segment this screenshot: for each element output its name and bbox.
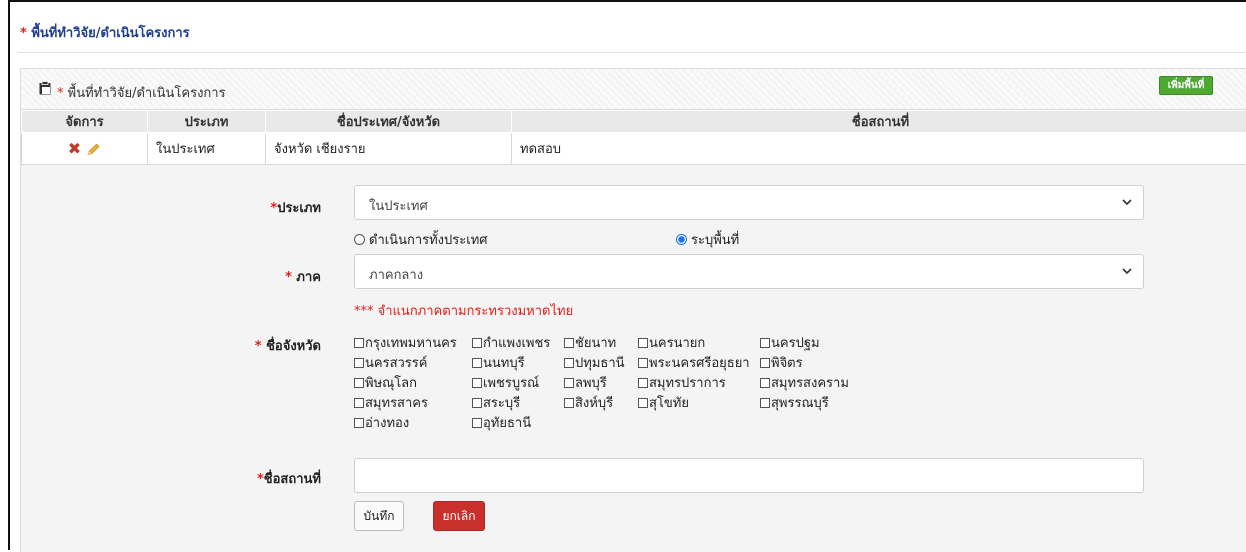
checkbox-icon: [472, 418, 482, 428]
province-checkbox[interactable]: สมุทรสงคราม: [760, 375, 880, 393]
region-note: *** จำแนกภาคตามกระทรวงมหาดไทย: [354, 300, 573, 321]
province-checkbox[interactable]: สระบุรี: [472, 395, 564, 413]
province-checkbox[interactable]: พระนครศรีอยุธยา: [638, 355, 760, 373]
checkbox-icon: [354, 398, 364, 408]
checkbox-icon: [760, 338, 770, 348]
province-checkbox[interactable]: สมุทรปราการ: [638, 375, 760, 393]
checkbox-icon: [354, 378, 364, 388]
checkbox-icon: [760, 358, 770, 368]
province-checkbox[interactable]: กรุงเทพมหานคร: [354, 335, 472, 353]
add-area-button[interactable]: เพิ่มพื้นที่: [1159, 76, 1213, 95]
row-place: ทดสอบ: [512, 133, 1246, 165]
region-label: * ภาค: [171, 266, 321, 287]
clipboard-icon: [39, 81, 51, 95]
checkbox-icon: [472, 378, 482, 388]
checkbox-icon: [638, 378, 648, 388]
section-divider: [18, 52, 1246, 53]
section-title: * พื้นที่ทำวิจัย/ดำเนินโครงการ: [20, 22, 190, 43]
province-checkbox[interactable]: นครสวรรค์: [354, 355, 472, 373]
chevron-down-icon: [1121, 265, 1133, 277]
type-select[interactable]: ในประเทศ: [354, 185, 1144, 220]
province-checkbox[interactable]: นนทบุรี: [472, 355, 564, 373]
checkbox-icon: [472, 358, 482, 368]
province-checkbox[interactable]: สุโขทัย: [638, 395, 760, 413]
province-checkbox[interactable]: ปทุมธานี: [564, 355, 638, 373]
checkbox-icon: [564, 358, 574, 368]
checkbox-icon: [354, 418, 364, 428]
panel-title: * พื้นที่ทำวิจัย/ดำเนินโครงการ: [57, 82, 226, 103]
province-checkbox[interactable]: สุพรรณบุรี: [760, 395, 880, 413]
table-row: ✖ ในประเทศ จังหวัด เชียงราย ทดสอบ: [22, 133, 1246, 165]
checkbox-icon: [638, 338, 648, 348]
province-checkbox[interactable]: กำแพงเพชร: [472, 335, 564, 353]
checkbox-icon: [564, 338, 574, 348]
province-checkbox[interactable]: ลพบุรี: [564, 375, 638, 393]
edit-pencil-icon[interactable]: [85, 142, 101, 158]
delete-icon[interactable]: ✖: [68, 139, 81, 158]
type-label: *ประเภท: [171, 197, 321, 218]
row-actions: ✖: [22, 133, 148, 165]
cancel-button[interactable]: ยกเลิก: [433, 501, 485, 531]
province-checkbox[interactable]: อุทัยธานี: [472, 415, 564, 433]
checkbox-icon: [638, 398, 648, 408]
checkbox-icon: [472, 338, 482, 348]
radio-specify-area[interactable]: ระบุพื้นที่: [676, 229, 739, 250]
radio-selected-icon: [676, 234, 687, 245]
page-frame: * พื้นที่ทำวิจัย/ดำเนินโครงการ * พื้นที่…: [8, 0, 1246, 550]
province-checkbox[interactable]: นครปฐม: [760, 335, 880, 353]
area-panel: * พื้นที่ทำวิจัย/ดำเนินโครงการ เพิ่มพื้น…: [20, 68, 1246, 552]
province-checkbox[interactable]: อ่างทอง: [354, 415, 472, 433]
column-header-type: ประเภท: [148, 111, 266, 133]
checkbox-icon: [472, 398, 482, 408]
checkbox-icon: [760, 398, 770, 408]
radio-icon: [354, 234, 365, 245]
checkbox-icon: [354, 338, 364, 348]
region-select[interactable]: ภาคกลาง: [354, 254, 1144, 289]
province-checkbox[interactable]: พิษณุโลก: [354, 375, 472, 393]
province-checkbox[interactable]: นครนายก: [638, 335, 760, 353]
place-label: *ชื่อสถานที่: [171, 468, 321, 489]
province-checkbox[interactable]: พิจิตร: [760, 355, 880, 373]
checkbox-icon: [638, 358, 648, 368]
province-checkbox[interactable]: เพชรบูรณ์: [472, 375, 564, 393]
panel-header: * พื้นที่ทำวิจัย/ดำเนินโครงการ เพิ่มพื้น…: [21, 69, 1246, 110]
province-label: * ชื่อจังหวัด: [171, 335, 321, 356]
checkbox-icon: [354, 358, 364, 368]
save-button[interactable]: บันทึก: [354, 501, 404, 531]
checkbox-icon: [564, 378, 574, 388]
province-checkbox[interactable]: ชัยนาท: [564, 335, 638, 353]
province-checkbox[interactable]: สิงห์บุรี: [564, 395, 638, 413]
radio-whole-country[interactable]: ดำเนินการทั้งประเทศ: [354, 229, 488, 250]
chevron-down-icon: [1121, 196, 1133, 208]
place-name-input[interactable]: [354, 458, 1144, 493]
area-table: จัดการ ประเภท ชื่อประเทศ/จังหวัด ชื่อสถา…: [21, 110, 1246, 165]
table-header-row: จัดการ ประเภท ชื่อประเทศ/จังหวัด ชื่อสถา…: [22, 111, 1246, 133]
column-header-manage: จัดการ: [22, 111, 148, 133]
row-province: จังหวัด เชียงราย: [266, 133, 512, 165]
checkbox-icon: [760, 378, 770, 388]
column-header-place-name: ชื่อสถานที่: [512, 111, 1246, 133]
province-checkbox-list: กรุงเทพมหานคร กำแพงเพชร ชัยนาท นครนายก น…: [354, 335, 894, 433]
column-header-country-province: ชื่อประเทศ/จังหวัด: [266, 111, 512, 133]
row-type: ในประเทศ: [148, 133, 266, 165]
province-checkbox[interactable]: สมุทรสาคร: [354, 395, 472, 413]
checkbox-icon: [564, 398, 574, 408]
